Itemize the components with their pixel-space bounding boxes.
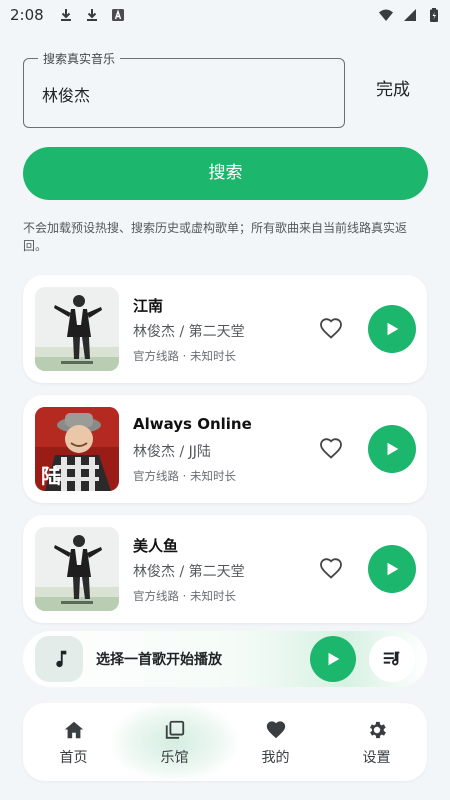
album-art bbox=[35, 287, 119, 371]
signal-icon bbox=[402, 7, 418, 23]
done-button[interactable]: 完成 bbox=[363, 76, 423, 104]
svg-text:陆: 陆 bbox=[41, 464, 61, 488]
heart-icon[interactable] bbox=[319, 437, 343, 461]
search-field[interactable]: 搜索真实音乐 bbox=[23, 50, 345, 128]
song-title: Always Online bbox=[133, 415, 252, 433]
search-input[interactable] bbox=[42, 81, 322, 107]
song-meta: 官方线路 · 未知时长 bbox=[133, 469, 236, 483]
album-art: 陆 bbox=[35, 407, 119, 491]
music-note-icon bbox=[35, 636, 83, 682]
play-icon bbox=[387, 562, 399, 576]
song-artist: 林俊杰 / 第二天堂 bbox=[133, 564, 245, 580]
nav-label: 我的 bbox=[261, 749, 290, 766]
library-icon bbox=[163, 718, 187, 742]
nav-item-mine[interactable]: 我的 bbox=[225, 703, 326, 781]
mini-player-text: 选择一首歌开始播放 bbox=[96, 652, 222, 668]
play-icon bbox=[387, 442, 399, 456]
song-card[interactable]: 江南 林俊杰 / 第二天堂 官方线路 · 未知时长 bbox=[23, 275, 427, 383]
search-button[interactable]: 搜索 bbox=[23, 147, 428, 200]
battery-icon bbox=[426, 7, 442, 23]
song-title: 美人鱼 bbox=[133, 537, 179, 555]
mini-play-button[interactable] bbox=[310, 636, 356, 682]
heart-icon[interactable] bbox=[319, 317, 343, 341]
nav-item-library[interactable]: 乐馆 bbox=[112, 703, 237, 781]
download-icon bbox=[84, 7, 100, 23]
gear-icon bbox=[365, 718, 389, 742]
nav-item-home[interactable]: 首页 bbox=[23, 703, 124, 781]
download-icon bbox=[58, 7, 74, 23]
song-card[interactable]: 美人鱼 林俊杰 / 第二天堂 官方线路 · 未知时长 bbox=[23, 515, 427, 623]
mini-player[interactable]: 选择一首歌开始播放 bbox=[23, 631, 427, 687]
play-button[interactable] bbox=[368, 425, 416, 473]
nav-label: 设置 bbox=[362, 749, 391, 766]
heart-icon[interactable] bbox=[319, 557, 343, 581]
status-time: 2:08 bbox=[10, 6, 44, 24]
heart-icon bbox=[264, 718, 288, 742]
play-icon bbox=[328, 652, 340, 666]
queue-icon bbox=[383, 651, 400, 666]
song-meta: 官方线路 · 未知时长 bbox=[133, 349, 236, 363]
song-artist: 林俊杰 / JJ陆 bbox=[133, 444, 211, 460]
play-icon bbox=[387, 322, 399, 336]
nav-label: 首页 bbox=[59, 749, 88, 766]
album-art bbox=[35, 527, 119, 611]
song-card[interactable]: 陆 Always Online 林俊杰 / JJ陆 官方线路 · 未知时长 bbox=[23, 395, 427, 503]
nav-label: 乐馆 bbox=[160, 749, 189, 766]
nav-item-settings[interactable]: 设置 bbox=[326, 703, 427, 781]
queue-button[interactable] bbox=[369, 636, 415, 682]
wifi-icon bbox=[378, 7, 394, 23]
play-button[interactable] bbox=[368, 305, 416, 353]
text-a-icon bbox=[110, 7, 126, 23]
notice-text: 不会加载预设热搜、搜索历史或虚构歌单；所有歌曲来自当前线路真实返回。 bbox=[23, 221, 408, 253]
song-artist: 林俊杰 / 第二天堂 bbox=[133, 324, 245, 340]
song-meta: 官方线路 · 未知时长 bbox=[133, 589, 236, 603]
search-field-label: 搜索真实音乐 bbox=[38, 50, 121, 67]
home-icon bbox=[62, 718, 86, 742]
song-title: 江南 bbox=[133, 297, 164, 315]
play-button[interactable] bbox=[368, 545, 416, 593]
bottom-nav: 首页 乐馆 我的 设置 bbox=[23, 703, 427, 781]
status-bar: 2:08 bbox=[0, 0, 450, 30]
